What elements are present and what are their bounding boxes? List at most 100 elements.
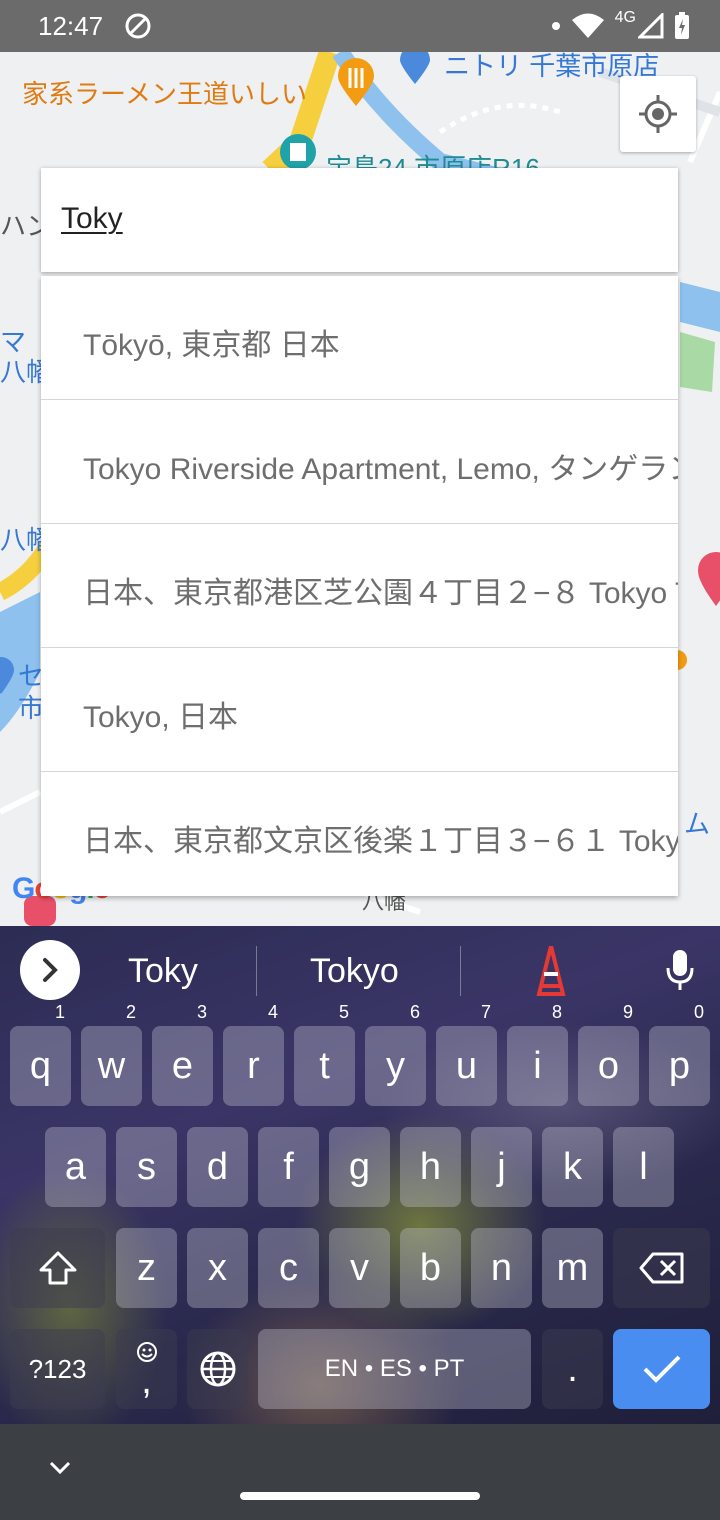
key-k[interactable]: k [542, 1127, 603, 1207]
key-e[interactable]: 3e [152, 1002, 213, 1106]
comma-key[interactable]: , [116, 1329, 177, 1409]
key-label: f [283, 1146, 294, 1188]
key-label: y [386, 1045, 405, 1087]
shift-key[interactable] [10, 1228, 105, 1308]
suggestion-word[interactable]: Tokyo [310, 952, 399, 991]
chevron-right-icon [43, 958, 58, 982]
my-location-icon [639, 95, 677, 133]
suggestion-item[interactable]: 日本、東京都文京区後楽１丁目３−６１ Tokyo Dome [41, 772, 678, 895]
key-f[interactable]: f [258, 1127, 319, 1207]
suggestion-text: Tokyo Riverside Apartment, Lemo, タンゲラン [83, 453, 678, 486]
key-label: , [141, 1360, 152, 1402]
key-label: n [490, 1247, 513, 1289]
map-label: ム [684, 809, 711, 839]
key-b[interactable]: b [400, 1228, 461, 1308]
key-label: m [556, 1247, 589, 1289]
suggestion-text: Tokyo, 日本 [83, 701, 239, 734]
microphone-icon[interactable] [664, 948, 696, 992]
key-hint: 7 [480, 1002, 491, 1022]
dot-icon [551, 22, 560, 30]
do-not-disturb-icon [125, 13, 151, 39]
key-label: ?123 [28, 1354, 87, 1384]
hide-keyboard-chevron-icon[interactable] [48, 1460, 72, 1476]
key-hint: 5 [338, 1002, 349, 1022]
key-hint: 8 [551, 1002, 562, 1022]
key-o[interactable]: 9o [578, 1002, 639, 1106]
key-hint: 4 [267, 1002, 278, 1022]
key-label: d [206, 1146, 229, 1188]
shift-icon [39, 1251, 76, 1285]
suggestion-word[interactable]: Toky [128, 952, 198, 991]
key-x[interactable]: x [187, 1228, 248, 1308]
status-bar: 12:47 4G [0, 0, 720, 52]
key-d[interactable]: d [187, 1127, 248, 1207]
suggestion-item[interactable]: 日本、東京都港区芝公園４丁目２−８ Tokyo Tower [41, 524, 678, 648]
key-u[interactable]: 7u [436, 1002, 497, 1106]
key-v[interactable]: v [329, 1228, 390, 1308]
key-n[interactable]: n [471, 1228, 532, 1308]
cinema-pin-icon[interactable] [278, 132, 318, 172]
key-label: q [29, 1045, 52, 1087]
key-q[interactable]: 1q [10, 1002, 71, 1106]
key-a[interactable]: a [45, 1127, 106, 1207]
search-box[interactable] [41, 168, 678, 272]
tokyo-tower-emoji-icon[interactable] [536, 946, 566, 996]
shop-pin-icon[interactable] [696, 550, 720, 610]
key-label: r [247, 1045, 260, 1087]
restaurant-pin-icon[interactable] [336, 58, 376, 108]
key-label: u [455, 1045, 478, 1087]
backspace-key[interactable] [613, 1228, 710, 1308]
key-label: t [319, 1045, 330, 1087]
home-handle[interactable] [240, 1492, 480, 1500]
key-label: v [350, 1247, 369, 1289]
battery-icon [675, 12, 689, 39]
expand-toolbar-button[interactable] [20, 940, 80, 1000]
shopping-pin-icon[interactable] [398, 52, 432, 86]
navigation-bar [0, 1424, 720, 1520]
key-p[interactable]: 0p [649, 1002, 710, 1106]
key-label: g [348, 1146, 371, 1188]
key-label: b [419, 1247, 442, 1289]
suggestion-divider [460, 946, 461, 996]
key-hint: 9 [622, 1002, 633, 1022]
space-key[interactable]: EN • ES • PT [258, 1329, 531, 1409]
key-g[interactable]: g [329, 1127, 390, 1207]
enter-key[interactable] [613, 1329, 710, 1409]
key-label: o [597, 1045, 620, 1087]
key-label: w [97, 1045, 126, 1087]
key-w[interactable]: 2w [81, 1002, 142, 1106]
key-m[interactable]: m [542, 1228, 603, 1308]
key-y[interactable]: 6y [365, 1002, 426, 1106]
key-z[interactable]: z [116, 1228, 177, 1308]
key-h[interactable]: h [400, 1127, 461, 1207]
suggestion-item[interactable]: Tokyo, 日本 [41, 648, 678, 772]
key-hint: 3 [196, 1002, 207, 1022]
keyboard: Toky Tokyo 1q 2w 3e 4r 5t 6y 7u 8i 9o 0p… [0, 926, 720, 1424]
key-i[interactable]: 8i [507, 1002, 568, 1106]
period-key[interactable]: . [542, 1329, 603, 1409]
suggestion-divider [256, 946, 257, 996]
key-r[interactable]: 4r [223, 1002, 284, 1106]
checkmark-icon [643, 1355, 680, 1383]
language-key[interactable] [187, 1329, 248, 1409]
suggestion-text: 日本、東京都文京区後楽１丁目３−６１ Tokyo Dome [83, 825, 678, 858]
suggestion-item[interactable]: Tōkyō, 東京都 日本 [41, 276, 678, 400]
key-c[interactable]: c [258, 1228, 319, 1308]
suggestion-strip: Toky Tokyo [0, 926, 720, 1016]
key-hint: 2 [125, 1002, 136, 1022]
map-label: 家系ラーメン王道いしい [22, 79, 307, 109]
key-j[interactable]: j [471, 1127, 532, 1207]
cellular-icon [638, 13, 664, 39]
suggestion-item[interactable]: Tokyo Riverside Apartment, Lemo, タンゲラン [41, 400, 678, 524]
my-location-button[interactable] [620, 76, 696, 152]
place-pin-icon[interactable] [0, 656, 16, 696]
key-s[interactable]: s [116, 1127, 177, 1207]
key-l[interactable]: l [613, 1127, 674, 1207]
key-label: . [567, 1348, 578, 1390]
key-label: z [137, 1247, 156, 1289]
network-type: 4G [614, 9, 636, 26]
symbols-key[interactable]: ?123 [10, 1329, 105, 1409]
search-input[interactable] [61, 202, 661, 236]
key-t[interactable]: 5t [294, 1002, 355, 1106]
key-label: p [668, 1045, 691, 1087]
